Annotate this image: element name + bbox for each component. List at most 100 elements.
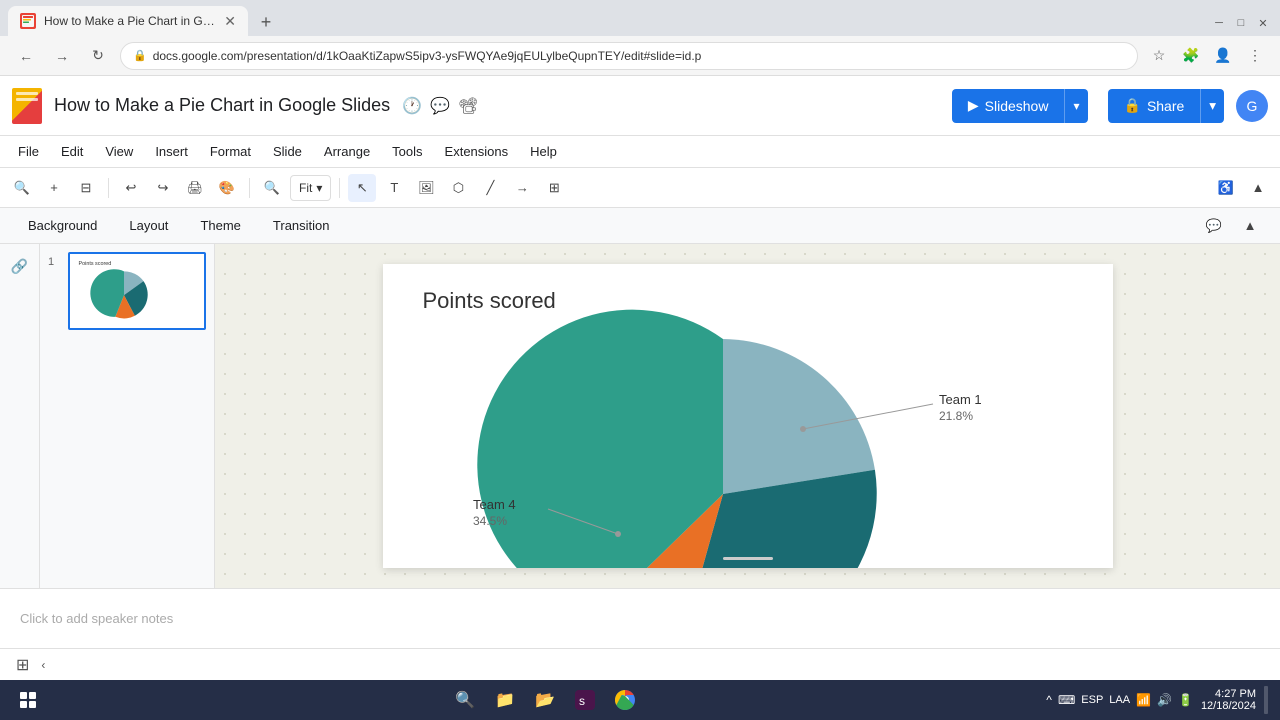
bookmark-button[interactable]: ☆ (1146, 43, 1172, 69)
menu-help[interactable]: Help (520, 140, 567, 163)
collapse-toolbar-btn[interactable]: ▲ (1244, 174, 1272, 202)
speaker-notes[interactable]: Click to add speaker notes (0, 588, 1280, 648)
menu-tools[interactable]: Tools (382, 140, 432, 163)
layout-btn[interactable]: Layout (117, 214, 180, 237)
windows-start-button[interactable] (12, 684, 44, 716)
taskbar-right: ^ ⌨ ESP LAA 📶 🔊 🔋 4:27 PM 12/18/2024 (1046, 686, 1268, 714)
svg-text:s: s (579, 694, 585, 708)
menu-insert[interactable]: Insert (145, 140, 198, 163)
share-button[interactable]: 🔒 Share (1108, 89, 1201, 123)
taskbar-files-icon[interactable]: 📂 (529, 684, 561, 716)
share-label: Share (1147, 98, 1184, 114)
slide-thumbnail-1[interactable]: Points scored (68, 252, 206, 330)
volume-icon[interactable]: 🔊 (1157, 693, 1172, 707)
browser-nav-bar: ← → ↻ 🔒 docs.google.com/presentation/d/1… (0, 36, 1280, 76)
line-tool[interactable]: ╱ (476, 174, 504, 202)
slide-number-1: 1 (48, 252, 60, 268)
slides-thumbnail-panel[interactable]: 1 Points scored (40, 244, 215, 588)
tray-chevron-icon[interactable]: ^ (1046, 693, 1052, 707)
system-tray-icons: ^ ⌨ ESP LAA 📶 🔊 🔋 (1046, 693, 1193, 707)
tab-title: How to Make a Pie Chart in Go... (44, 14, 216, 28)
paint-format-btn[interactable]: 🎨 (213, 174, 241, 202)
toolbar-sep-2 (249, 178, 250, 198)
menu-arrange[interactable]: Arrange (314, 140, 380, 163)
print-btn[interactable]: 🖨 (181, 174, 209, 202)
cursor-tool[interactable]: ↖ (348, 174, 376, 202)
wifi-icon[interactable]: 📶 (1136, 693, 1151, 707)
menu-file[interactable]: File (8, 140, 49, 163)
slides-header: How to Make a Pie Chart in Google Slides… (0, 76, 1280, 136)
taskbar-search-icon[interactable]: 🔍 (449, 684, 481, 716)
slideshow-button[interactable]: ▶ Slideshow (952, 89, 1065, 123)
transition-btn[interactable]: Transition (261, 214, 342, 237)
toolbar-sep-3 (339, 178, 340, 198)
taskbar-center: 🔍 📁 📂 s (48, 684, 1042, 716)
refresh-button[interactable]: ↻ (84, 42, 112, 70)
show-desktop-button[interactable] (1264, 686, 1268, 714)
tab-close-btn[interactable]: ✕ (224, 13, 236, 30)
more-shapes-btn[interactable]: ⊞ (540, 174, 568, 202)
back-button[interactable]: ← (12, 42, 40, 70)
redo-btn[interactable]: ↪ (149, 174, 177, 202)
menu-slide[interactable]: Slide (263, 140, 312, 163)
grid-view-icon[interactable]: ⊞ (16, 655, 29, 675)
collapse-panel-chevron[interactable]: ‹ (41, 658, 45, 672)
taskbar-slack-icon[interactable]: s (569, 684, 601, 716)
minimize-button[interactable]: ─ (1210, 14, 1228, 32)
share-dropdown-button[interactable]: ▾ (1200, 89, 1224, 123)
extensions-button[interactable]: 🧩 (1178, 43, 1204, 69)
menu-view[interactable]: View (95, 140, 143, 163)
theme-btn[interactable]: Theme (188, 214, 252, 237)
maximize-button[interactable]: □ (1232, 14, 1250, 32)
history-icon[interactable]: 🕐 (402, 96, 422, 116)
profile-button[interactable]: 👤 (1210, 43, 1236, 69)
shapes-tool[interactable]: ⬡ (444, 174, 472, 202)
address-bar[interactable]: 🔒 docs.google.com/presentation/d/1kOaaKt… (120, 42, 1138, 70)
menu-format[interactable]: Format (200, 140, 261, 163)
comment-slide-btn[interactable]: 💬 (1200, 212, 1228, 240)
slideshow-dropdown-button[interactable]: ▾ (1064, 89, 1087, 123)
new-tab-button[interactable]: + (252, 8, 280, 36)
taskbar-chrome-icon[interactable] (609, 684, 641, 716)
slide-canvas[interactable]: Points scored (383, 264, 1113, 568)
comment-icon[interactable]: 💬 (430, 96, 450, 116)
user-avatar[interactable]: G (1236, 90, 1268, 122)
browser-tab-active[interactable]: How to Make a Pie Chart in Go... ✕ (8, 6, 248, 36)
slideshow-label: Slideshow (985, 98, 1049, 114)
forward-button[interactable]: → (48, 42, 76, 70)
zoom-value: Fit (299, 181, 312, 195)
menu-button[interactable]: ⋮ (1242, 43, 1268, 69)
image-tool[interactable]: 🖼 (412, 174, 440, 202)
toolbar-sep-1 (108, 178, 109, 198)
background-btn[interactable]: Background (16, 214, 109, 237)
search-tool-btn[interactable]: 🔍 (8, 174, 36, 202)
accessibility-btn[interactable]: ♿ (1212, 174, 1240, 202)
doc-title[interactable]: How to Make a Pie Chart in Google Slides (54, 95, 390, 116)
links-sidebar-icon[interactable]: 🔗 (6, 252, 34, 280)
collapse-panel-btn[interactable]: ▲ (1236, 212, 1264, 240)
crop-btn[interactable]: ⊟ (72, 174, 100, 202)
present-icon[interactable]: 📽 (458, 96, 478, 116)
bottom-left: ⊞ ‹ (16, 655, 45, 675)
zoom-out-btn[interactable]: 🔍 (258, 174, 286, 202)
win-sq-3 (20, 701, 27, 708)
slide-canvas-area[interactable]: Points scored (215, 244, 1280, 588)
text-tool[interactable]: T (380, 174, 408, 202)
tab-favicon (20, 13, 36, 29)
undo-btn[interactable]: ↩ (117, 174, 145, 202)
taskbar: 🔍 📁 📂 s ^ ⌨ ESP LAA 📶 🔊 🔋 4:27 PM (0, 680, 1280, 720)
menu-extensions[interactable]: Extensions (435, 140, 519, 163)
slide-progress-bar (723, 557, 773, 560)
thumb-chart-svg: Points scored (70, 254, 204, 328)
zoom-selector[interactable]: Fit ▾ (290, 175, 331, 201)
taskbar-explorer-icon[interactable]: 📁 (489, 684, 521, 716)
svg-text:Team 4: Team 4 (473, 497, 516, 512)
sublanguage-label: LAA (1109, 694, 1130, 706)
win-sq-2 (29, 692, 36, 699)
left-sidebar: 🔗 (0, 244, 40, 588)
arrow-tool[interactable]: → (508, 174, 536, 202)
close-window-button[interactable]: ✕ (1254, 14, 1272, 32)
taskbar-clock[interactable]: 4:27 PM 12/18/2024 (1201, 688, 1256, 712)
add-btn[interactable]: + (40, 174, 68, 202)
menu-edit[interactable]: Edit (51, 140, 93, 163)
